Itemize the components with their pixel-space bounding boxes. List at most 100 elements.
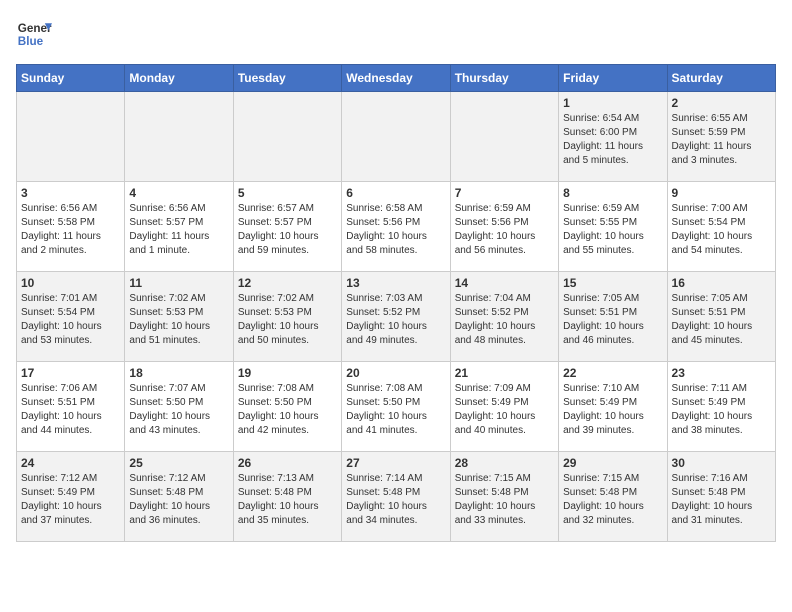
week-row-1: 1 Sunrise: 6:54 AM Sunset: 6:00 PM Daylig… xyxy=(17,92,776,182)
logo-icon: General Blue xyxy=(16,16,52,52)
day-info: Sunrise: 6:55 AM Sunset: 5:59 PM Dayligh… xyxy=(672,112,771,168)
day-number: 19 xyxy=(238,366,337,380)
day-number: 17 xyxy=(21,366,120,380)
day-info: Sunrise: 7:10 AM Sunset: 5:49 PM Dayligh… xyxy=(563,382,662,438)
calendar-cell: 6 Sunrise: 6:58 AM Sunset: 5:56 PM Daylig… xyxy=(342,182,450,272)
day-info: Sunrise: 7:12 AM Sunset: 5:48 PM Dayligh… xyxy=(129,472,228,528)
day-info: Sunrise: 6:57 AM Sunset: 5:57 PM Dayligh… xyxy=(238,202,337,258)
day-number: 23 xyxy=(672,366,771,380)
calendar-cell: 15 Sunrise: 7:05 AM Sunset: 5:51 PM Dayli… xyxy=(559,272,667,362)
weekday-header-row: SundayMondayTuesdayWednesdayThursdayFrid… xyxy=(17,65,776,92)
day-info: Sunrise: 7:00 AM Sunset: 5:54 PM Dayligh… xyxy=(672,202,771,258)
day-number: 27 xyxy=(346,456,445,470)
week-row-5: 24 Sunrise: 7:12 AM Sunset: 5:49 PM Dayli… xyxy=(17,452,776,542)
calendar-cell: 24 Sunrise: 7:12 AM Sunset: 5:49 PM Dayli… xyxy=(17,452,125,542)
day-info: Sunrise: 7:13 AM Sunset: 5:48 PM Dayligh… xyxy=(238,472,337,528)
day-number: 15 xyxy=(563,276,662,290)
day-number: 24 xyxy=(21,456,120,470)
logo: General Blue xyxy=(16,16,52,52)
day-number: 13 xyxy=(346,276,445,290)
day-number: 5 xyxy=(238,186,337,200)
day-number: 11 xyxy=(129,276,228,290)
calendar-cell: 13Sunrise: 7:03 AM Sunset: 5:52 PM Dayli… xyxy=(342,272,450,362)
day-number: 16 xyxy=(672,276,771,290)
day-info: Sunrise: 7:11 AM Sunset: 5:49 PM Dayligh… xyxy=(672,382,771,438)
calendar-cell xyxy=(233,92,341,182)
page-header: General Blue xyxy=(16,16,776,52)
calendar-cell: 30 Sunrise: 7:16 AM Sunset: 5:48 PM Dayli… xyxy=(667,452,775,542)
calendar-cell: 1 Sunrise: 6:54 AM Sunset: 6:00 PM Daylig… xyxy=(559,92,667,182)
day-number: 22 xyxy=(563,366,662,380)
day-number: 10 xyxy=(21,276,120,290)
calendar-cell: 28 Sunrise: 7:15 AM Sunset: 5:48 PM Dayli… xyxy=(450,452,558,542)
calendar-cell: 9 Sunrise: 7:00 AM Sunset: 5:54 PM Daylig… xyxy=(667,182,775,272)
calendar-cell: 12 Sunrise: 7:02 AM Sunset: 5:53 PM Dayli… xyxy=(233,272,341,362)
day-info: Sunrise: 6:59 AM Sunset: 5:55 PM Dayligh… xyxy=(563,202,662,258)
day-info: Sunrise: 6:56 AM Sunset: 5:57 PM Dayligh… xyxy=(129,202,228,258)
calendar-cell: 21 Sunrise: 7:09 AM Sunset: 5:49 PM Dayli… xyxy=(450,362,558,452)
weekday-header-wednesday: Wednesday xyxy=(342,65,450,92)
day-info: Sunrise: 7:01 AM Sunset: 5:54 PM Dayligh… xyxy=(21,292,120,348)
calendar-cell xyxy=(450,92,558,182)
day-info: Sunrise: 7:02 AM Sunset: 5:53 PM Dayligh… xyxy=(238,292,337,348)
day-number: 14 xyxy=(455,276,554,290)
day-info: Sunrise: 6:59 AM Sunset: 5:56 PM Dayligh… xyxy=(455,202,554,258)
weekday-header-thursday: Thursday xyxy=(450,65,558,92)
calendar-table: SundayMondayTuesdayWednesdayThursdayFrid… xyxy=(16,64,776,542)
day-number: 4 xyxy=(129,186,228,200)
calendar-cell: 17 Sunrise: 7:06 AM Sunset: 5:51 PM Dayli… xyxy=(17,362,125,452)
calendar-cell: 27 Sunrise: 7:14 AM Sunset: 5:48 PM Dayli… xyxy=(342,452,450,542)
calendar-cell: 25 Sunrise: 7:12 AM Sunset: 5:48 PM Dayli… xyxy=(125,452,233,542)
calendar-cell: 8 Sunrise: 6:59 AM Sunset: 5:55 PM Daylig… xyxy=(559,182,667,272)
day-number: 29 xyxy=(563,456,662,470)
day-info: Sunrise: 7:16 AM Sunset: 5:48 PM Dayligh… xyxy=(672,472,771,528)
day-info: Sunrise: 7:05 AM Sunset: 5:51 PM Dayligh… xyxy=(563,292,662,348)
day-info: Sunrise: 7:02 AM Sunset: 5:53 PM Dayligh… xyxy=(129,292,228,348)
calendar-cell: 3Sunrise: 6:56 AM Sunset: 5:58 PM Daylig… xyxy=(17,182,125,272)
calendar-cell: 4 Sunrise: 6:56 AM Sunset: 5:57 PM Daylig… xyxy=(125,182,233,272)
day-info: Sunrise: 7:08 AM Sunset: 5:50 PM Dayligh… xyxy=(346,382,445,438)
calendar-cell: 14 Sunrise: 7:04 AM Sunset: 5:52 PM Dayli… xyxy=(450,272,558,362)
day-number: 25 xyxy=(129,456,228,470)
day-number: 28 xyxy=(455,456,554,470)
day-info: Sunrise: 7:15 AM Sunset: 5:48 PM Dayligh… xyxy=(455,472,554,528)
day-number: 8 xyxy=(563,186,662,200)
day-number: 12 xyxy=(238,276,337,290)
calendar-cell: 16Sunrise: 7:05 AM Sunset: 5:51 PM Dayli… xyxy=(667,272,775,362)
day-number: 9 xyxy=(672,186,771,200)
calendar-cell: 10 Sunrise: 7:01 AM Sunset: 5:54 PM Dayli… xyxy=(17,272,125,362)
day-info: Sunrise: 7:08 AM Sunset: 5:50 PM Dayligh… xyxy=(238,382,337,438)
weekday-header-sunday: Sunday xyxy=(17,65,125,92)
day-info: Sunrise: 7:07 AM Sunset: 5:50 PM Dayligh… xyxy=(129,382,228,438)
day-info: Sunrise: 7:15 AM Sunset: 5:48 PM Dayligh… xyxy=(563,472,662,528)
week-row-3: 10 Sunrise: 7:01 AM Sunset: 5:54 PM Dayli… xyxy=(17,272,776,362)
day-info: Sunrise: 7:14 AM Sunset: 5:48 PM Dayligh… xyxy=(346,472,445,528)
calendar-cell: 22 Sunrise: 7:10 AM Sunset: 5:49 PM Dayli… xyxy=(559,362,667,452)
day-info: Sunrise: 7:09 AM Sunset: 5:49 PM Dayligh… xyxy=(455,382,554,438)
day-number: 1 xyxy=(563,96,662,110)
day-info: Sunrise: 7:12 AM Sunset: 5:49 PM Dayligh… xyxy=(21,472,120,528)
day-info: Sunrise: 6:58 AM Sunset: 5:56 PM Dayligh… xyxy=(346,202,445,258)
day-number: 26 xyxy=(238,456,337,470)
calendar-cell: 23 Sunrise: 7:11 AM Sunset: 5:49 PM Dayli… xyxy=(667,362,775,452)
day-number: 21 xyxy=(455,366,554,380)
calendar-cell: 11 Sunrise: 7:02 AM Sunset: 5:53 PM Dayli… xyxy=(125,272,233,362)
calendar-cell: 29 Sunrise: 7:15 AM Sunset: 5:48 PM Dayli… xyxy=(559,452,667,542)
calendar-cell: 20 Sunrise: 7:08 AM Sunset: 5:50 PM Dayli… xyxy=(342,362,450,452)
week-row-4: 17 Sunrise: 7:06 AM Sunset: 5:51 PM Dayli… xyxy=(17,362,776,452)
weekday-header-monday: Monday xyxy=(125,65,233,92)
day-number: 30 xyxy=(672,456,771,470)
day-number: 2 xyxy=(672,96,771,110)
day-number: 20 xyxy=(346,366,445,380)
week-row-2: 3Sunrise: 6:56 AM Sunset: 5:58 PM Daylig… xyxy=(17,182,776,272)
svg-text:Blue: Blue xyxy=(18,35,44,48)
calendar-cell: 2 Sunrise: 6:55 AM Sunset: 5:59 PM Daylig… xyxy=(667,92,775,182)
day-info: Sunrise: 7:04 AM Sunset: 5:52 PM Dayligh… xyxy=(455,292,554,348)
calendar-cell: 5 Sunrise: 6:57 AM Sunset: 5:57 PM Daylig… xyxy=(233,182,341,272)
day-number: 7 xyxy=(455,186,554,200)
day-number: 6 xyxy=(346,186,445,200)
day-info: Sunrise: 6:54 AM Sunset: 6:00 PM Dayligh… xyxy=(563,112,662,168)
calendar-cell: 18Sunrise: 7:07 AM Sunset: 5:50 PM Dayli… xyxy=(125,362,233,452)
day-info: Sunrise: 7:06 AM Sunset: 5:51 PM Dayligh… xyxy=(21,382,120,438)
calendar-cell xyxy=(125,92,233,182)
